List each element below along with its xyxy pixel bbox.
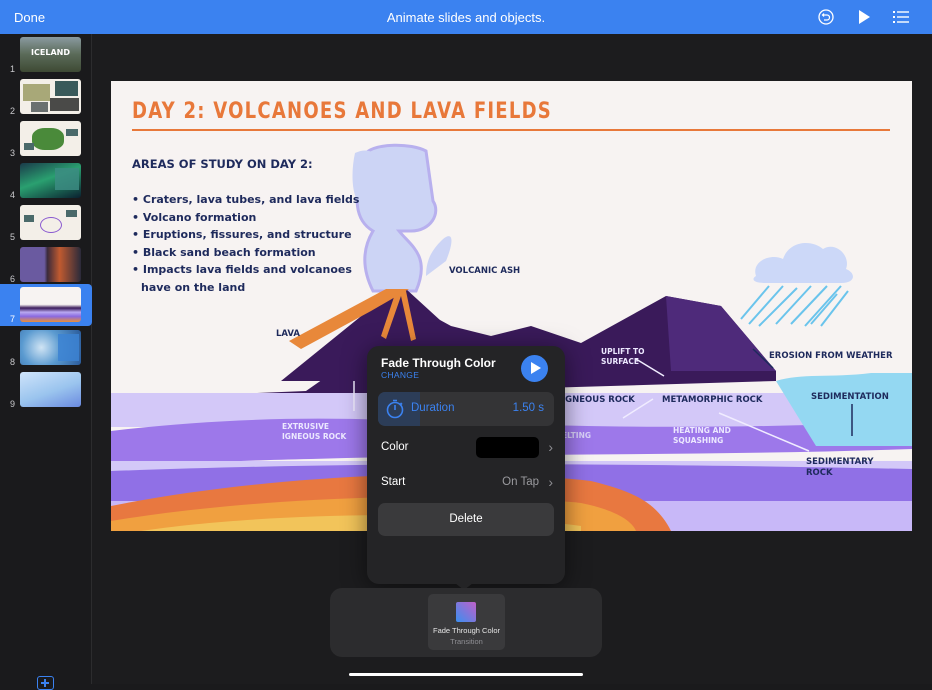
thumbnail-image <box>20 247 81 282</box>
slide-thumbnail-8[interactable]: 8 <box>0 327 92 369</box>
slide-number: 1 <box>10 64 16 74</box>
duration-slider[interactable]: Duration 1.50 s <box>378 392 554 426</box>
stopwatch-icon <box>386 399 404 419</box>
chevron-right-icon: › <box>548 474 553 490</box>
label-lava: LAVA <box>276 329 300 339</box>
thumbnail-image <box>20 372 81 407</box>
slide-number: 2 <box>10 106 16 116</box>
bullet-item: Impacts lava fields and volcanoes have o… <box>132 261 352 296</box>
title-divider <box>132 129 890 131</box>
label-extrusive-2: IGNEOUS ROCK <box>282 432 347 441</box>
thumbnail-image <box>20 205 81 240</box>
slide-number: 7 <box>10 314 16 324</box>
bullet-item: Volcano formation <box>132 209 359 227</box>
label-extrusive: EXTRUSIVE <box>282 422 330 431</box>
start-label: Start <box>381 476 406 488</box>
thumbnail-image <box>20 330 81 365</box>
label-melting: ELTING <box>562 431 592 440</box>
transition-item[interactable]: Fade Through Color Transition <box>428 594 505 650</box>
slide-number: 3 <box>10 148 16 158</box>
toolbar-title: Animate slides and objects. <box>386 10 546 25</box>
label-metamorphic-rock: METAMORPHIC ROCK <box>662 395 763 405</box>
slide-number: 6 <box>10 274 16 284</box>
thumbnail-image <box>20 121 81 156</box>
label-rock: ROCK <box>806 468 833 478</box>
label-erosion: EROSION FROM WEATHER <box>769 351 893 361</box>
transition-popover: Fade Through Color CHANGE Duration 1.50 … <box>367 346 565 584</box>
delete-button[interactable]: Delete <box>378 503 554 536</box>
slide-thumbnail-2[interactable]: 2 <box>0 76 92 118</box>
slide-number: 8 <box>10 357 16 367</box>
rain-cloud <box>753 243 853 283</box>
change-button[interactable]: CHANGE <box>381 370 419 380</box>
slide-number: 4 <box>10 190 16 200</box>
transition-item-type: Transition <box>450 637 483 646</box>
top-toolbar: Done Animate slides and objects. <box>0 0 932 34</box>
bullet-item: Craters, lava tubes, and lava fields <box>132 191 360 209</box>
start-value: On Tap <box>502 476 539 488</box>
chevron-right-icon: › <box>548 439 553 455</box>
start-row[interactable]: Start On Tap › <box>381 472 553 494</box>
label-heating: HEATING AND <box>673 426 731 435</box>
undo-icon[interactable] <box>817 8 835 26</box>
slide-thumbnail-6[interactable]: 6 <box>0 244 92 286</box>
transition-item-name: Fade Through Color <box>433 626 500 635</box>
thumbnail-image: ICELAND <box>20 37 81 72</box>
bullet-item: Eruptions, fissures, and structure <box>132 226 359 244</box>
label-uplift-2: SURFACE <box>601 357 639 366</box>
slide-number: 5 <box>10 232 16 242</box>
rain-lines <box>740 285 849 327</box>
bullet-item: Black sand beach formation <box>132 244 359 262</box>
label-sedimentary: SEDIMENTARY <box>806 457 874 467</box>
thumbnail-image <box>20 163 81 198</box>
slide-thumbnail-1[interactable]: ICELAND 1 <box>0 34 92 76</box>
color-swatch[interactable] <box>476 437 539 458</box>
list-icon[interactable] <box>892 8 910 26</box>
label-squashing: SQUASHING <box>673 436 724 445</box>
label-uplift: UPLIFT TO <box>601 347 645 356</box>
color-row[interactable]: Color › <box>381 437 553 459</box>
slide-number: 9 <box>10 399 16 409</box>
areas-heading: AREAS OF STUDY ON DAY 2: <box>132 157 313 171</box>
slide-thumbnail-9[interactable]: 9 <box>0 369 92 411</box>
slide-navigator: ICELAND 1 2 3 4 5 6 7 8 9 <box>0 34 92 690</box>
thumbnail-image <box>20 79 81 114</box>
color-label: Color <box>381 441 409 453</box>
label-volcanic-ash: VOLCANIC ASH <box>449 266 521 276</box>
transition-name: Fade Through Color <box>381 356 496 370</box>
slide-thumbnail-7[interactable]: 7 <box>0 284 92 326</box>
preview-play-button[interactable] <box>521 355 548 382</box>
bullet-list: Craters, lava tubes, and lava fields Vol… <box>132 191 359 297</box>
home-indicator[interactable] <box>349 673 583 676</box>
play-icon[interactable] <box>855 8 873 26</box>
add-slide-icon[interactable] <box>37 676 54 690</box>
slide-thumbnail-3[interactable]: 3 <box>0 118 92 160</box>
slide-thumbnail-4[interactable]: 4 <box>0 160 92 202</box>
duration-label: Duration <box>411 402 455 414</box>
animation-tray: Fade Through Color Transition <box>330 588 602 657</box>
label-igneous-rock: IGNEOUS ROCK <box>562 395 635 405</box>
slide-thumbnail-5[interactable]: 5 <box>0 202 92 244</box>
label-sedimentation: SEDIMENTATION <box>811 392 889 402</box>
fade-through-color-icon <box>456 602 476 622</box>
thumbnail-image <box>20 287 81 322</box>
duration-value: 1.50 s <box>512 402 544 414</box>
thumbnail-title: ICELAND <box>31 48 70 57</box>
slide-title: DAY 2: VOLCANOES AND LAVA FIELDS <box>132 99 553 124</box>
